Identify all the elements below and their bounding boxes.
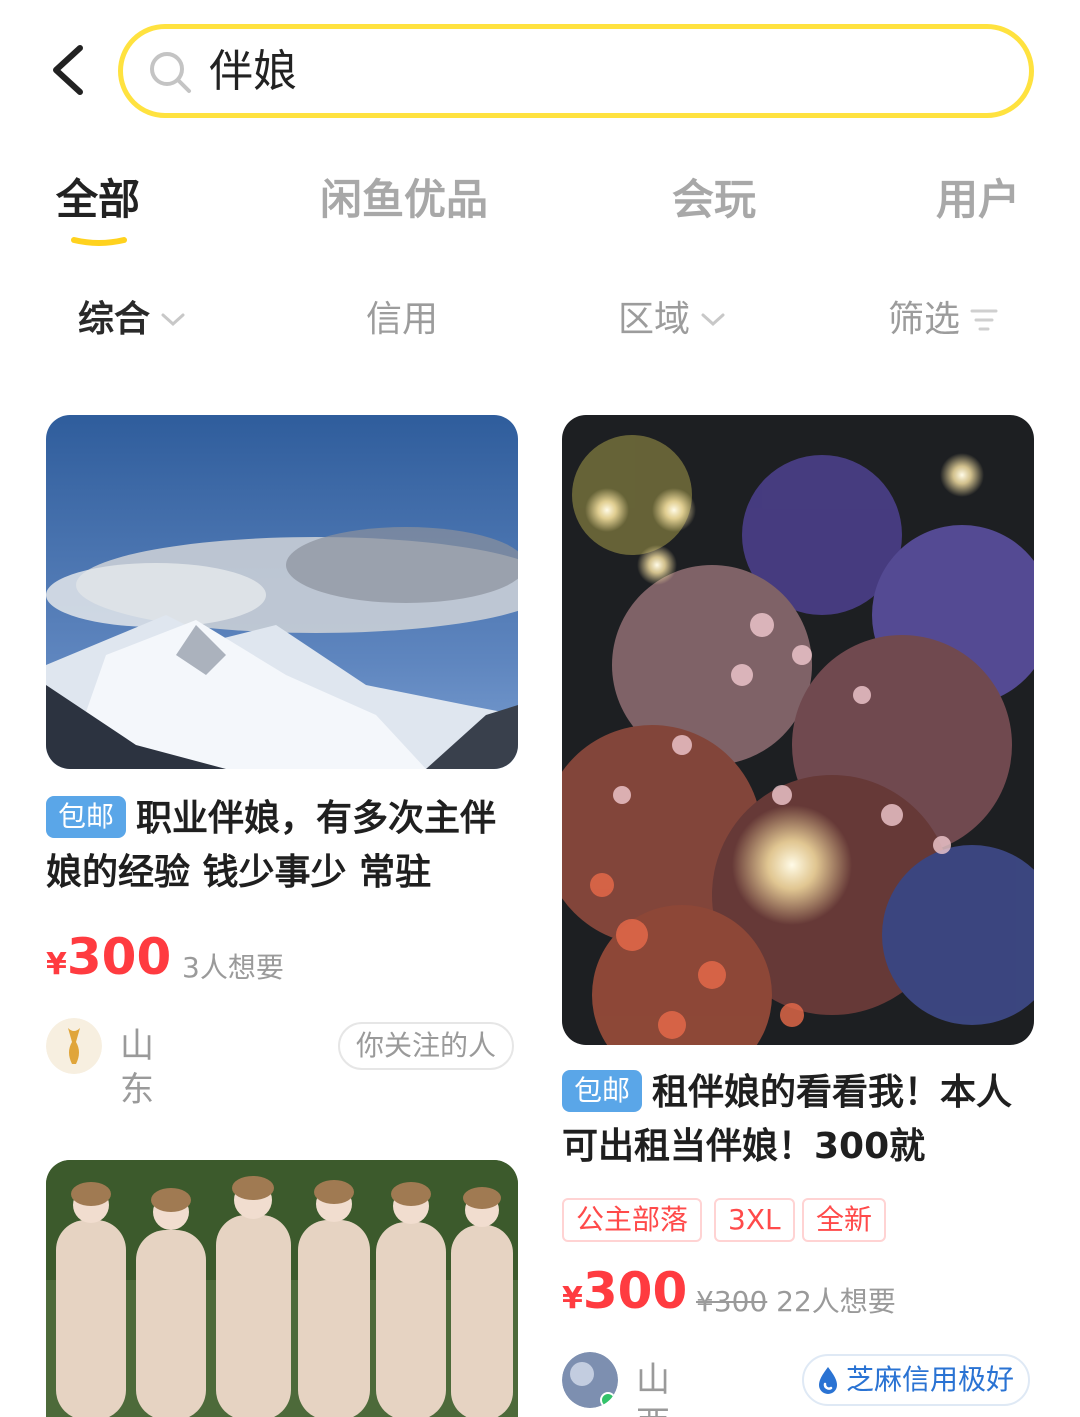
- avatar-image: [562, 1352, 618, 1408]
- currency-symbol: ¥: [46, 947, 67, 982]
- filter-icon: [970, 309, 998, 331]
- currency-symbol: ¥: [562, 1281, 583, 1316]
- sort-label: 信用: [366, 299, 439, 340]
- chevron-down-icon: [161, 313, 185, 327]
- back-button[interactable]: [44, 40, 94, 100]
- sort-label: 区域: [618, 299, 691, 340]
- product-price: ¥300: [46, 928, 171, 986]
- credit-badge: 芝麻信用极好: [802, 1354, 1031, 1406]
- product-title: 包邮 职业伴娘，有多次主伴娘的经验 钱少事少 常驻: [46, 792, 526, 900]
- product-image-flowers[interactable]: [562, 415, 1034, 1045]
- sesame-credit-icon: [819, 1367, 837, 1394]
- product-tag: 公主部落: [562, 1198, 703, 1242]
- tab-users[interactable]: 用户: [936, 172, 1020, 228]
- credit-label: 芝麻信用极好: [846, 1363, 1015, 1396]
- bridesmaids-photo: [46, 1160, 518, 1417]
- original-price: ¥300: [696, 1285, 768, 1318]
- chevron-left-icon: [53, 45, 83, 95]
- seller-location: 山东: [120, 1026, 154, 1110]
- price-value: 300: [66, 928, 172, 986]
- wants-count: 22人想要: [776, 1285, 896, 1318]
- search-query: 伴娘: [209, 46, 297, 97]
- tab-huiwan[interactable]: 会玩: [672, 172, 756, 228]
- free-shipping-badge: 包邮: [46, 796, 127, 838]
- tab-all[interactable]: 全部: [56, 172, 140, 228]
- search-input[interactable]: 伴娘: [118, 24, 1034, 118]
- tab-xianyu-youpin[interactable]: 闲鱼优品: [320, 172, 488, 228]
- avatar[interactable]: [562, 1352, 618, 1408]
- mountain-photo: [46, 415, 518, 769]
- sort-label: 筛选: [888, 299, 961, 340]
- sort-label: 综合: [78, 299, 151, 340]
- chevron-down-icon: [701, 313, 725, 327]
- product-tag: 3XL: [714, 1198, 795, 1242]
- original-price-and-wants: ¥300 22人想要: [696, 1280, 896, 1320]
- price-value: 300: [582, 1262, 688, 1320]
- tab-active-indicator: [71, 237, 127, 246]
- product-image-mountain[interactable]: [46, 415, 518, 769]
- avatar[interactable]: [46, 1018, 102, 1074]
- sort-region[interactable]: 区域: [618, 296, 726, 344]
- flowers-photo: [562, 415, 1034, 1045]
- wants-count: 3人想要: [182, 951, 284, 984]
- product-title: 包邮 租伴娘的看看我！本人可出租当伴娘！300就: [562, 1066, 1034, 1174]
- product-price: ¥300: [562, 1262, 687, 1320]
- seller-location: 山西: [636, 1360, 670, 1417]
- product-image-bridesmaids[interactable]: [46, 1160, 518, 1417]
- search-icon: [150, 52, 191, 93]
- sort-filter[interactable]: 筛选: [888, 296, 998, 344]
- avatar-image: [46, 1018, 102, 1074]
- following-badge: 你关注的人: [338, 1022, 515, 1070]
- sort-comprehensive[interactable]: 综合: [78, 296, 186, 344]
- product-tag: 全新: [802, 1198, 887, 1242]
- free-shipping-badge: 包邮: [562, 1070, 643, 1112]
- sort-credit[interactable]: 信用: [366, 296, 438, 344]
